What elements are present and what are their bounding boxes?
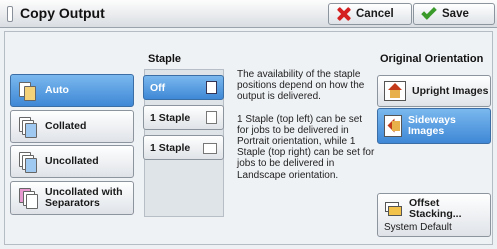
cancel-x-icon <box>337 7 351 21</box>
staple-top-right-button[interactable]: 1 Staple <box>143 135 224 160</box>
collation-label: Collated <box>45 120 87 132</box>
offset-label: Offset Stacking... <box>409 196 462 220</box>
orientation-label: Sideways Images <box>408 114 456 137</box>
uncollated-separators-icon <box>17 187 39 209</box>
info-paragraph: 1 Staple (top left) can be set for jobs … <box>237 113 375 181</box>
cancel-label: Cancel <box>356 8 394 20</box>
staple-label: 1 Staple <box>150 111 191 124</box>
cancel-button[interactable]: Cancel <box>328 3 412 25</box>
staple-off-button[interactable]: Off <box>143 75 224 100</box>
offset-stacking-button[interactable]: Offset Stacking... System Default <box>377 193 491 237</box>
staple-top-left-icon <box>206 111 217 124</box>
offset-stack-icon <box>384 200 404 218</box>
collation-label: Uncollated with Separators <box>45 186 123 209</box>
orientation-label: Upright Images <box>412 85 489 97</box>
menu-handle-icon <box>7 6 13 22</box>
staple-info-text: The availability of the staple positions… <box>237 69 375 192</box>
save-button[interactable]: Save <box>413 3 495 25</box>
collation-auto-button[interactable]: Auto <box>10 74 134 107</box>
page-title: Copy Output <box>20 5 105 21</box>
collation-collated-button[interactable]: Collated <box>10 110 134 143</box>
collation-uncollated-separators-button[interactable]: Uncollated with Separators <box>10 181 134 215</box>
staple-label: 1 Staple <box>150 141 191 154</box>
upright-images-button[interactable]: Upright Images <box>377 75 491 107</box>
collated-icon <box>17 116 39 138</box>
collation-label: Auto <box>45 84 69 96</box>
auto-collate-icon <box>17 80 39 102</box>
collation-uncollated-button[interactable]: Uncollated <box>10 145 134 178</box>
uncollated-icon <box>17 151 39 173</box>
collation-label: Uncollated <box>45 155 99 167</box>
info-paragraph: The availability of the staple positions… <box>237 69 365 103</box>
staple-label: Off <box>150 81 166 94</box>
orientation-heading: Original Orientation <box>380 53 484 65</box>
blank-page-icon <box>206 81 217 94</box>
house-upright-icon <box>384 81 406 101</box>
staple-heading: Staple <box>148 53 182 65</box>
sideways-images-button[interactable]: Sideways Images <box>377 108 491 144</box>
offset-value: System Default <box>384 221 452 233</box>
checkmark-icon <box>421 4 437 20</box>
save-label: Save <box>442 8 469 20</box>
house-sideways-icon <box>384 115 402 137</box>
staple-top-right-icon <box>203 143 217 154</box>
staple-top-left-button[interactable]: 1 Staple <box>143 105 224 130</box>
